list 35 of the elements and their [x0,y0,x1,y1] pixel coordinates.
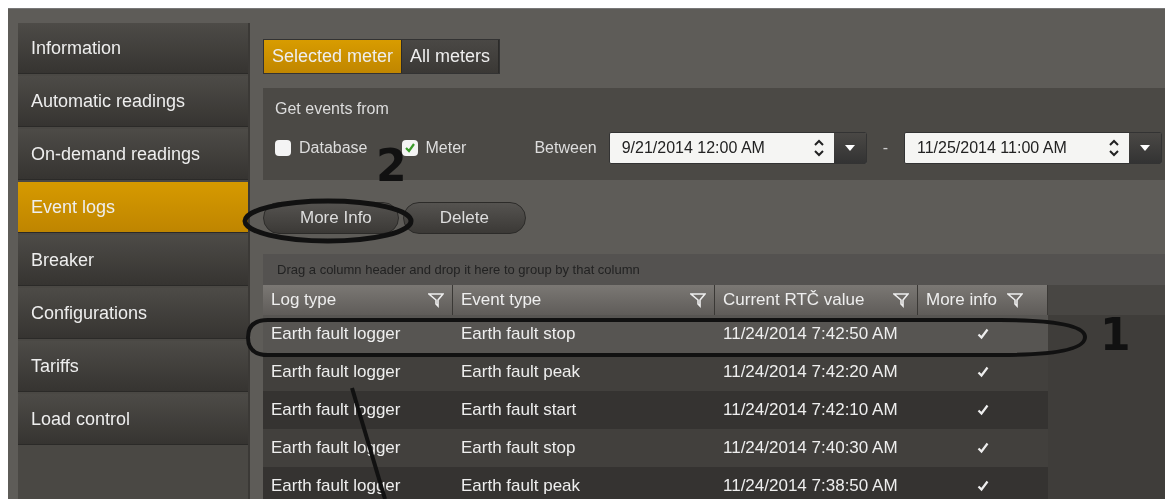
spinner-icon[interactable] [1109,139,1119,157]
checkbox[interactable] [275,140,291,156]
table-cell-text: Earth fault peak [460,476,582,496]
between-label: Between [534,139,597,157]
table-cell-text: Earth fault logger [270,362,402,382]
caret-icon [844,145,855,151]
table-cell-text: Earth fault start [460,400,578,420]
table-cell-text: Earth fault stop [460,438,577,458]
dropdown-button[interactable] [833,133,866,163]
date-time-field[interactable]: 9/21/2014 12:00 AM [608,132,867,164]
checkbox[interactable] [401,140,418,156]
table-cell-text: 11/24/2014 7:40:30 AM [722,438,899,458]
checkbox-label: Database [299,139,368,157]
caret-icon [1140,145,1150,151]
check-icon [403,142,416,154]
panel-title: Get events from [275,100,390,118]
filter-icon[interactable] [893,292,909,308]
filter-icon[interactable] [1006,292,1023,308]
date-time-field[interactable]: 11/25/2014 11:00 AM [904,132,1162,164]
table-cell-text: 11/24/2014 7:42:20 AM [722,362,899,382]
spinner-icon[interactable] [813,139,824,157]
checkbox-label: Meter [425,139,467,157]
range-separator: - [882,139,888,157]
table-cell-text: 11/24/2014 7:42:10 AM [722,400,899,420]
annotation-number: 2 [376,146,407,186]
table-cell-text: 11/24/2014 7:42:50 AM [722,324,899,344]
tab[interactable]: All meters [402,40,500,73]
filter-icon[interactable] [428,292,444,308]
dropdown-button[interactable] [1129,133,1161,163]
table-cell-text: Earth fault peak [460,362,582,382]
filter-icon[interactable] [690,292,706,308]
table-cell-text: 11/24/2014 7:38:50 AM [722,476,899,496]
table-cell-text: Earth fault stop [460,324,577,344]
table-cell-text: Earth fault logger [270,324,402,344]
delete-button[interactable]: Delete [402,202,526,234]
